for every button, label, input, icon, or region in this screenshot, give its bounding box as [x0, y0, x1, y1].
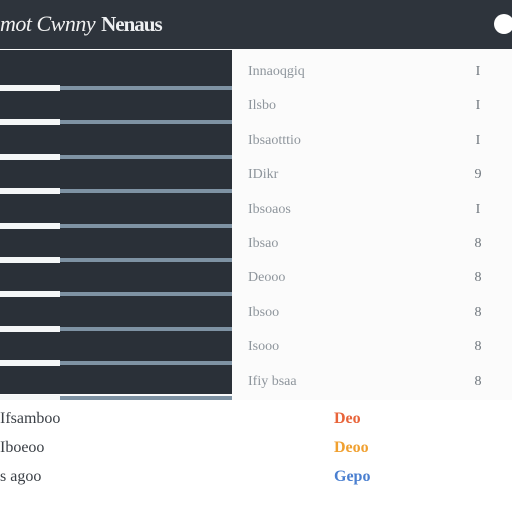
list-item[interactable]: Isooo 8	[232, 330, 512, 364]
list-item-value: 8	[474, 236, 482, 251]
bar-segment-blue	[60, 361, 232, 366]
bar-panel	[0, 50, 232, 401]
menu-dot-icon[interactable]	[494, 14, 512, 34]
bar-segment-white	[0, 360, 60, 367]
bar-segment-white	[0, 85, 60, 91]
bar-segment-blue	[60, 258, 232, 262]
footer-item[interactable]: Ifsamboo Deo	[0, 404, 512, 432]
bar-segment-white	[0, 291, 60, 298]
list-item-label: Isooo	[248, 339, 280, 355]
list-item-label: IDikr	[248, 167, 279, 183]
footer-list: Ifsamboo Deo Iboeoo Deoo s agoo Gepo	[0, 400, 512, 512]
list-item-value: 8	[474, 304, 482, 320]
app-window: mot Cwnny Nenaus Innaoqgiq I Ilsbo I Ibsaottt…	[0, 0, 512, 512]
list-item-label: Innaoqgiq	[248, 64, 305, 79]
bar-segment-blue	[60, 154, 232, 159]
settings-list: Innaoqgiq I Ilsbo I Ibsaotttio I IDikr 9 Ibsoaos…	[232, 50, 512, 394]
bar-row	[0, 85, 232, 91]
bar-segment-white	[0, 153, 60, 160]
bar-segment-white	[0, 257, 60, 263]
list-item[interactable]: Ifiy bsaa 8	[232, 365, 512, 399]
bar-row	[0, 153, 232, 160]
list-item[interactable]: Ibsoaos I	[232, 193, 512, 227]
bar-segment-blue	[60, 189, 232, 194]
status-badge: Deoo	[334, 439, 369, 456]
bar-segment-white	[0, 325, 60, 332]
footer-item[interactable]: Iboeoo Deoo	[0, 433, 512, 461]
bar-segment-blue	[60, 86, 232, 90]
list-item[interactable]: Ibsoo 8	[232, 296, 512, 330]
list-item[interactable]: Ibsaotttio I	[232, 124, 512, 158]
list-item-value: 8	[474, 373, 482, 389]
bar-segment-blue	[60, 292, 232, 297]
list-item[interactable]: Ilsbo I	[232, 89, 512, 123]
list-item-value: I	[475, 98, 481, 114]
app-title-bold: Nenaus	[101, 12, 163, 36]
bar-segment-white	[0, 188, 60, 195]
list-item-label: Deooo	[248, 270, 286, 286]
bar-segment-blue	[60, 223, 232, 228]
footer-item[interactable]: s agoo Gepo	[0, 462, 512, 490]
app-title: mot Cwnny Nenaus	[0, 11, 163, 37]
bar-row	[0, 360, 232, 367]
bar-row	[0, 257, 232, 263]
list-item[interactable]: Deooo 8	[232, 261, 512, 295]
list-item-label: Ibsoo	[248, 304, 280, 320]
bar-segment-blue	[60, 395, 232, 400]
header-bar: mot Cwnny Nenaus	[0, 0, 512, 49]
bar-segment-white	[0, 222, 60, 229]
app-title-light: mot Cwnny	[0, 11, 96, 36]
list-item-label: Ibsaotttio	[248, 132, 301, 148]
list-item[interactable]: Innaoqgiq I	[232, 55, 512, 89]
list-item-label: Ifiy bsaa	[248, 373, 297, 389]
bar-row	[0, 291, 232, 298]
list-item-value: 9	[474, 167, 482, 183]
list-item-label: Ibsoaos	[248, 201, 291, 217]
list-item-value: I	[475, 132, 481, 148]
status-badge: Gepo	[334, 468, 371, 485]
bar-row	[0, 222, 232, 229]
list-item-value: I	[475, 64, 481, 79]
list-item[interactable]: IDikr 9	[232, 158, 512, 192]
footer-item-label: Ifsamboo	[0, 410, 61, 427]
footer-item-label: Iboeoo	[0, 439, 45, 456]
bar-segment-blue	[60, 326, 232, 331]
bar-segment-white	[0, 119, 60, 126]
bar-row	[0, 188, 232, 195]
bar-row	[0, 325, 232, 332]
list-item[interactable]: Ibsao 8	[232, 227, 512, 261]
list-item-label: Ilsbo	[248, 98, 276, 114]
bar-segment-blue	[60, 120, 232, 125]
footer-item-label: s agoo	[0, 468, 42, 485]
status-badge: Deo	[334, 410, 361, 427]
list-item-value: I	[475, 201, 481, 217]
list-item-value: 8	[474, 339, 482, 355]
list-item-value: 8	[474, 270, 482, 286]
bar-row	[0, 119, 232, 126]
list-item-label: Ibsao	[248, 236, 279, 251]
